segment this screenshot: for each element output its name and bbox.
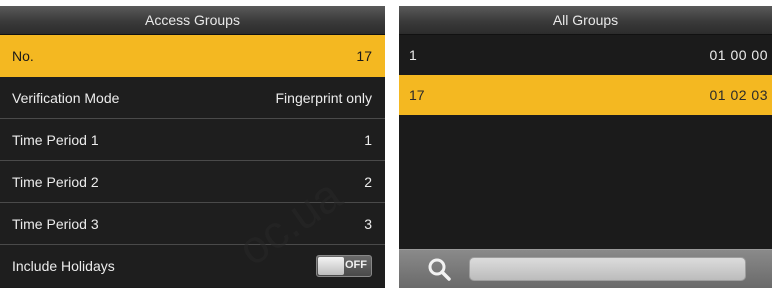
screen-title: Access Groups [0,6,385,35]
row-label: Verification Mode [12,89,120,106]
list-item[interactable]: 17 01 02 03 [399,75,772,115]
all-groups-screen: All Groups 1 01 00 00 17 01 02 03 [399,6,772,288]
search-icon[interactable] [427,257,451,281]
holidays-toggle[interactable]: OFF [316,255,372,277]
group-code: 01 00 00 [709,47,768,63]
group-id: 1 [409,47,417,63]
row-include-holidays[interactable]: Include Holidays OFF [0,245,385,287]
row-value: 1 [364,131,372,148]
row-verification-mode[interactable]: Verification Mode Fingerprint only [0,77,385,119]
row-number[interactable]: No. 17 [0,35,385,77]
search-input[interactable] [469,257,746,281]
list-item[interactable]: 1 01 00 00 [399,35,772,75]
row-label: Time Period 2 [12,173,99,190]
access-groups-screen: Access Groups No. 17 Verification Mode F… [0,6,385,288]
group-code: 01 02 03 [709,87,768,103]
toggle-knob [318,257,344,275]
screen-title: All Groups [399,6,772,35]
row-label: Time Period 1 [12,131,99,148]
toggle-state: OFF [345,259,367,271]
row-value: 17 [356,47,372,64]
row-time-period-3[interactable]: Time Period 3 3 [0,203,385,245]
search-bar [399,249,772,288]
row-value: 3 [364,215,372,232]
row-label: Time Period 3 [12,215,99,232]
row-time-period-2[interactable]: Time Period 2 2 [0,161,385,203]
group-id: 17 [409,87,425,103]
row-value: 2 [364,173,372,190]
row-value: Fingerprint only [275,89,373,106]
row-label: Include Holidays [12,258,115,274]
row-label: No. [12,47,34,64]
row-time-period-1[interactable]: Time Period 1 1 [0,119,385,161]
